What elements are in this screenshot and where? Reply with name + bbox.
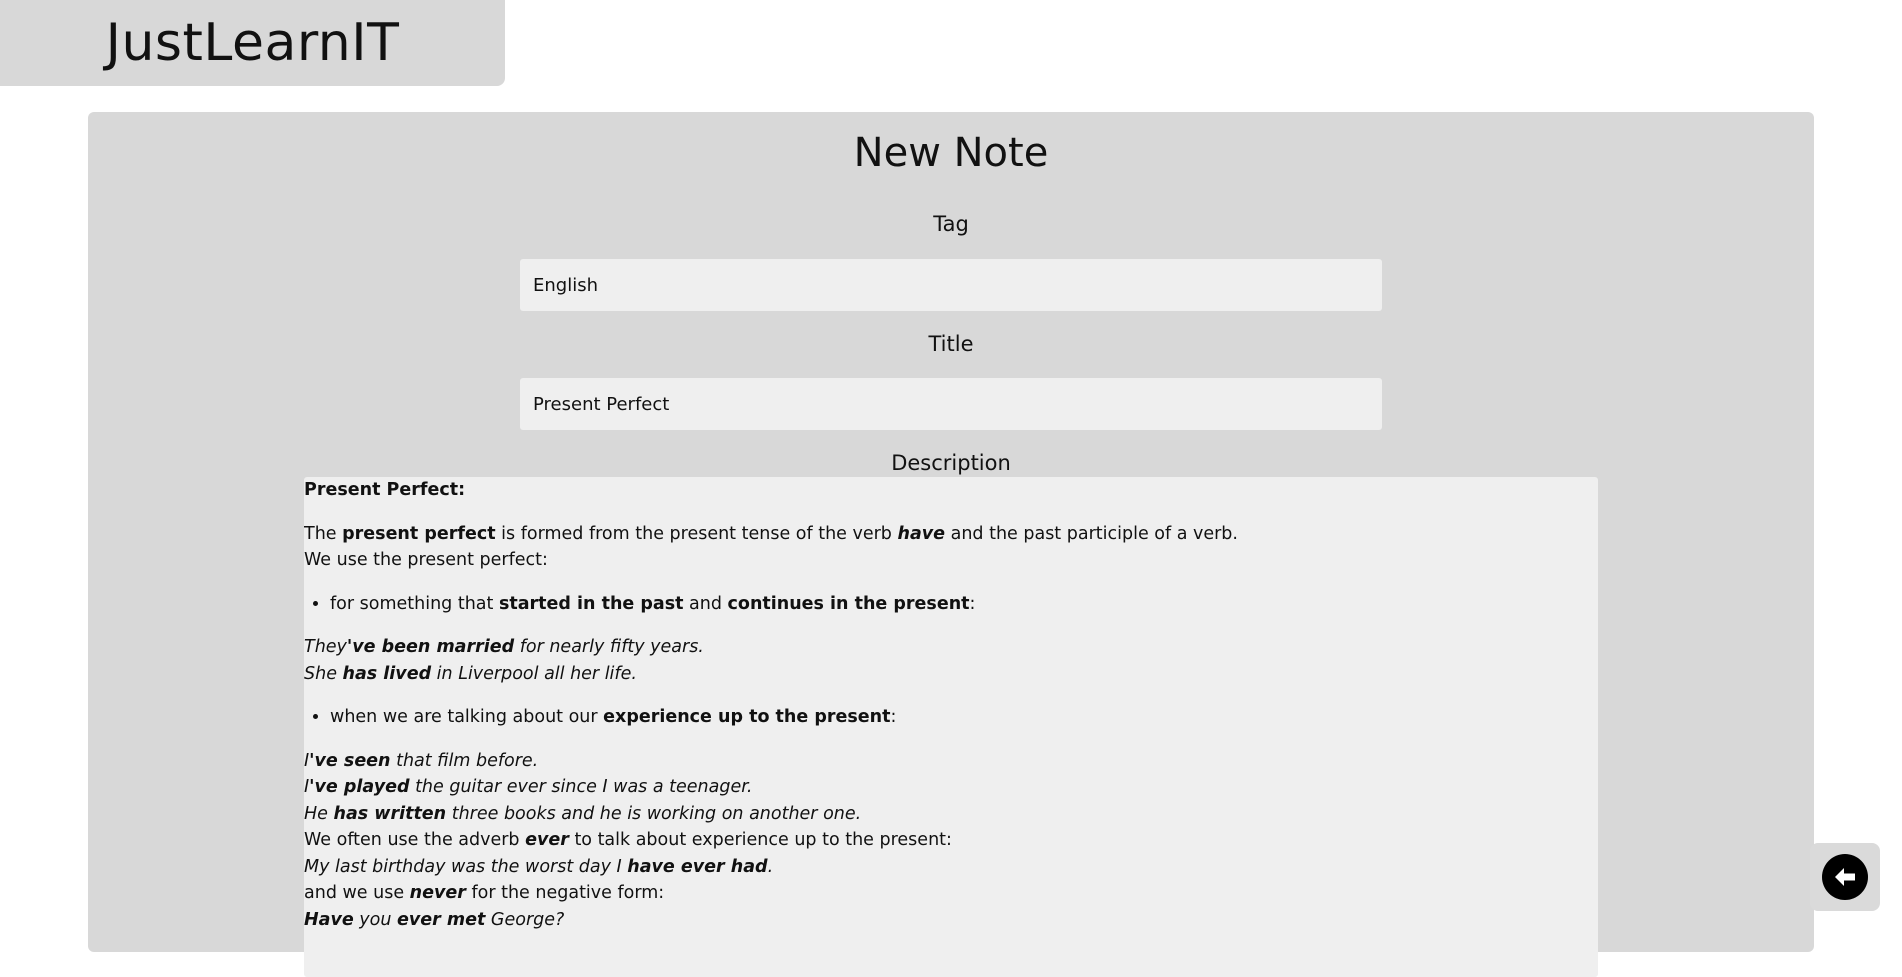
arrow-left-icon bbox=[1822, 854, 1868, 900]
desc-bullet-list-2: when we are talking about our experience… bbox=[304, 704, 1598, 731]
description-editor[interactable]: Present Perfect: The present perfect is … bbox=[304, 477, 1598, 977]
desc-example-6: My last birthday was the worst day I hav… bbox=[304, 856, 774, 877]
desc-example-1: They've been married for nearly fifty ye… bbox=[304, 637, 704, 657]
desc-intro: The present perfect is formed from the p… bbox=[304, 523, 1238, 544]
desc-heading: Present Perfect: bbox=[304, 480, 466, 500]
desc-use-line: We use the present perfect: bbox=[304, 550, 548, 570]
desc-bullet-2: when we are talking about our experience… bbox=[330, 704, 1598, 731]
desc-bullet-1: for something that started in the past a… bbox=[330, 591, 1598, 618]
note-form-panel: New Note Tag English Title Present Perfe… bbox=[88, 112, 1814, 977]
description-label: Description bbox=[891, 451, 1011, 475]
desc-ever-line: We often use the adverb ever to talk abo… bbox=[304, 830, 952, 850]
tag-label: Tag bbox=[933, 212, 969, 236]
brand-name: JustLearnIT bbox=[105, 13, 400, 73]
back-button[interactable] bbox=[1810, 843, 1880, 911]
desc-example-2: She has lived in Liverpool all her life. bbox=[304, 663, 637, 684]
title-input[interactable]: Present Perfect bbox=[520, 378, 1382, 430]
title-label: Title bbox=[928, 332, 974, 356]
desc-example-5: He has written three books and he is wor… bbox=[304, 803, 862, 824]
desc-bullet-list-1: for something that started in the past a… bbox=[304, 591, 1598, 618]
tag-input[interactable]: English bbox=[520, 259, 1382, 311]
desc-example-3: I've seen that film before. bbox=[304, 750, 539, 771]
page-title: New Note bbox=[853, 130, 1049, 176]
desc-never-line: and we use never for the negative form: bbox=[304, 883, 665, 903]
brand-header: JustLearnIT bbox=[0, 0, 505, 86]
desc-example-4: I've played the guitar ever since I was … bbox=[304, 777, 753, 797]
desc-example-7: Have you ever met George? bbox=[304, 909, 565, 930]
